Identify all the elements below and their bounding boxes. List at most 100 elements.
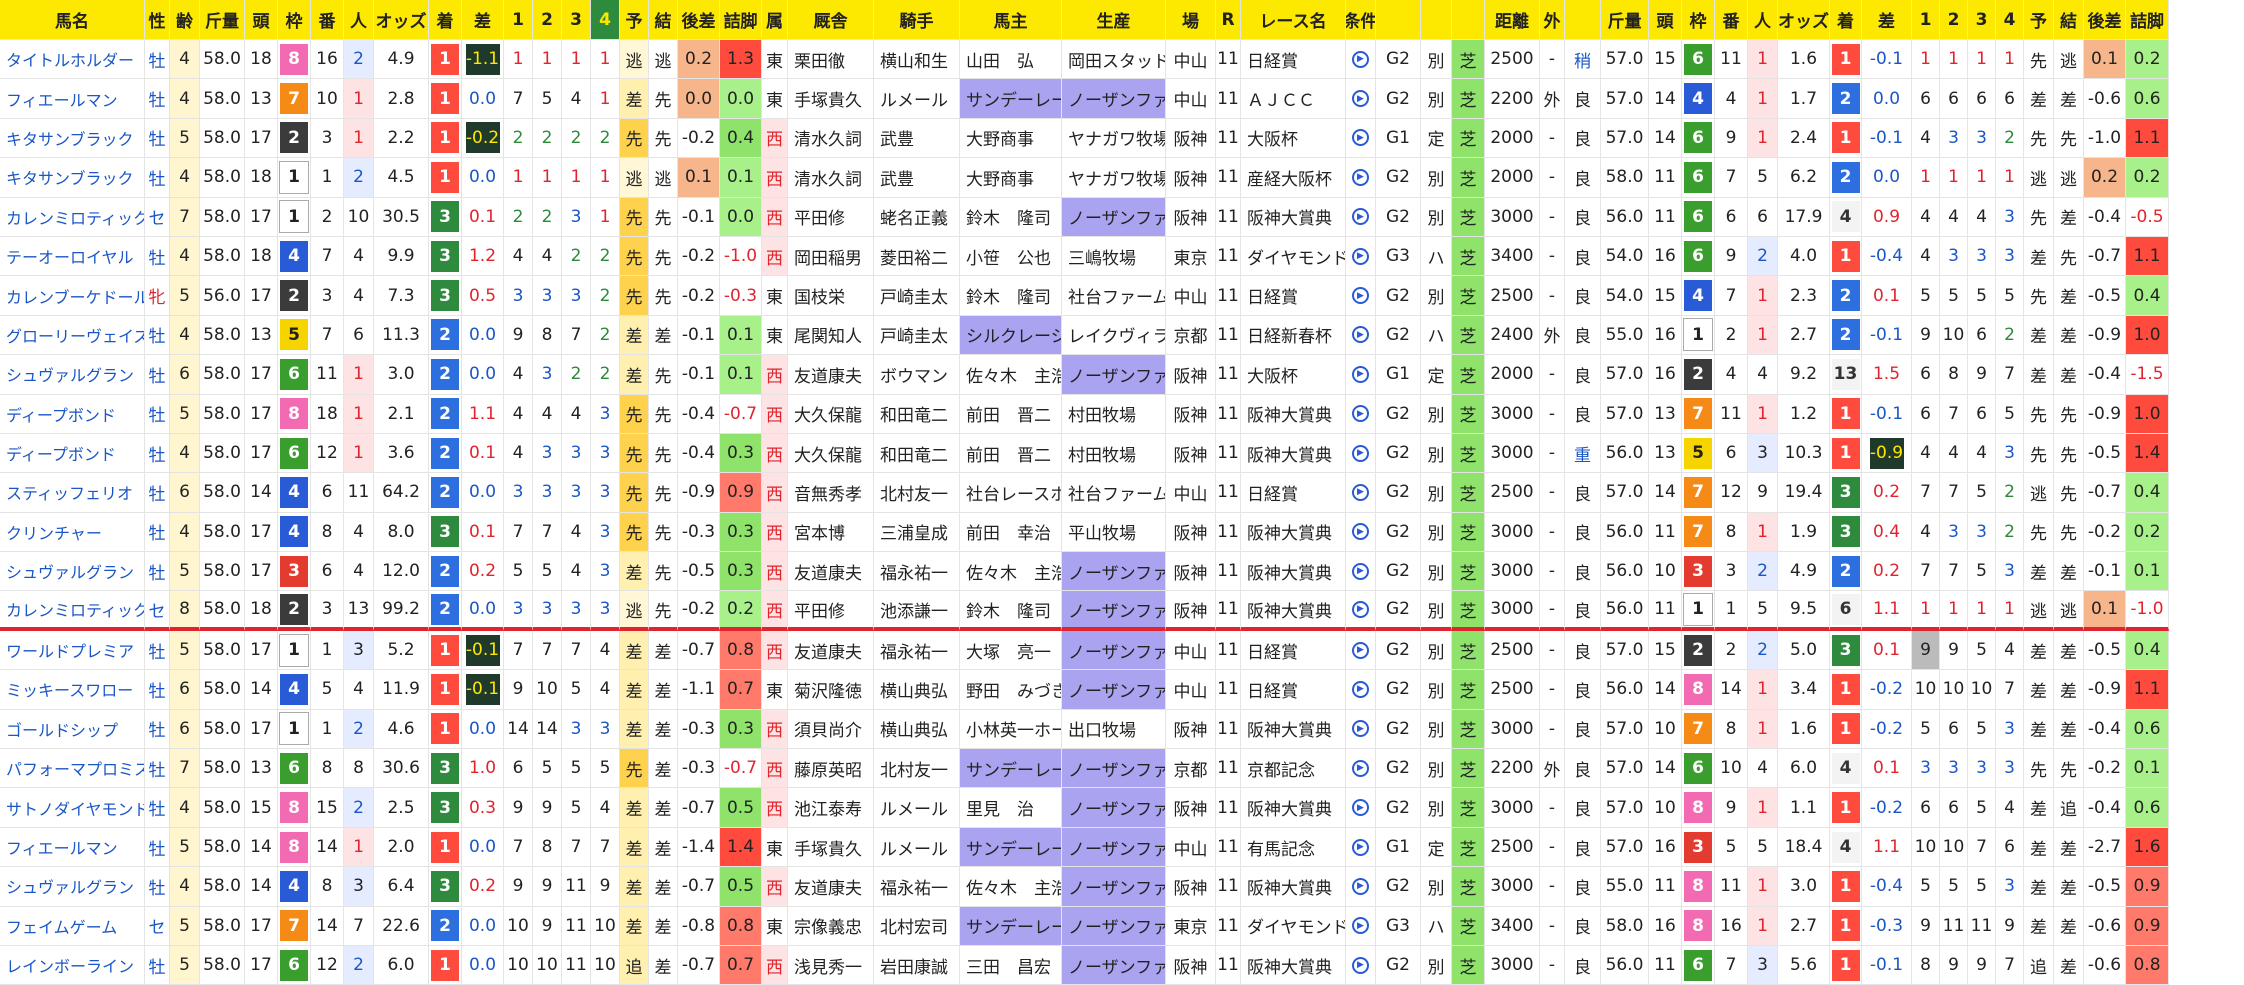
- horse-name-link[interactable]: サトノダイヤモンド: [0, 788, 145, 828]
- prev-gate-number-cell: 6: [1682, 40, 1715, 80]
- horse-name-link[interactable]: シュヴァルグラン: [0, 355, 145, 395]
- prev-gate-number-cell: 7: [1682, 709, 1715, 750]
- play-circle-icon[interactable]: ▶: [1352, 365, 1369, 383]
- horse-name-link[interactable]: グローリーヴェイズ: [0, 315, 145, 356]
- play-circle-icon[interactable]: ▶: [1352, 168, 1369, 186]
- horse-name-link[interactable]: フィエールマン: [0, 827, 145, 868]
- replay-video-cell[interactable]: ▶: [1346, 236, 1376, 277]
- horse-name-link[interactable]: フィエールマン: [0, 79, 145, 119]
- replay-video-cell[interactable]: ▶: [1346, 788, 1376, 828]
- replay-video-cell[interactable]: ▶: [1346, 158, 1376, 198]
- play-circle-icon[interactable]: ▶: [1352, 287, 1369, 305]
- horse-name-link[interactable]: レインボーライン: [0, 945, 145, 985]
- prev-odds-cell: 19.4: [1778, 473, 1830, 513]
- horse-name-link[interactable]: テーオーロイヤル: [0, 236, 145, 277]
- play-circle-icon[interactable]: ▶: [1352, 326, 1369, 344]
- play-circle-icon[interactable]: ▶: [1352, 877, 1369, 895]
- prev-weight-cell: 57.0: [1601, 788, 1649, 828]
- replay-video-cell[interactable]: ▶: [1346, 552, 1376, 592]
- style-result-cell: 先: [649, 473, 678, 513]
- play-circle-icon[interactable]: ▶: [1352, 917, 1369, 935]
- weight-cell: 58.0: [200, 945, 245, 985]
- prev-last3f-diff-cell: -0.6: [2084, 906, 2126, 946]
- replay-video-cell[interactable]: ▶: [1346, 749, 1376, 789]
- horse-name-link[interactable]: タイトルホルダー: [0, 40, 145, 80]
- finish-badge: 3: [431, 240, 459, 272]
- horse-name-link[interactable]: ゴールドシップ: [0, 709, 145, 750]
- replay-video-cell[interactable]: ▶: [1346, 394, 1376, 434]
- horse-name-link[interactable]: スティッフェリオ: [0, 473, 145, 513]
- horse-name-link[interactable]: カレンミロティック: [0, 591, 145, 631]
- replay-video-cell[interactable]: ▶: [1346, 355, 1376, 395]
- prev-corner-position-cell: 1: [1940, 158, 1968, 198]
- corner-position-cell: 3: [533, 355, 562, 395]
- play-circle-icon[interactable]: ▶: [1352, 444, 1369, 462]
- owner-cell: 三田 昌宏: [960, 945, 1062, 985]
- replay-video-cell[interactable]: ▶: [1346, 630, 1376, 671]
- play-circle-icon[interactable]: ▶: [1352, 956, 1369, 974]
- horse-name-link[interactable]: シュヴァルグラン: [0, 867, 145, 907]
- stable-cell: 平田修: [788, 197, 874, 237]
- horse-name-link[interactable]: ワールドプレミア: [0, 630, 145, 671]
- horse-name-link[interactable]: パフォーマプロミス: [0, 749, 145, 789]
- horse-name-link[interactable]: ミッキースワロー: [0, 670, 145, 710]
- horse-name-link[interactable]: シュヴァルグラン: [0, 552, 145, 592]
- going-cell: 良: [1565, 236, 1601, 277]
- play-circle-icon[interactable]: ▶: [1352, 641, 1369, 659]
- play-circle-icon[interactable]: ▶: [1352, 523, 1369, 541]
- surface-cell: 芝: [1452, 552, 1485, 592]
- play-circle-icon[interactable]: ▶: [1352, 247, 1369, 265]
- corner-position-cell: 2: [562, 236, 591, 277]
- prev-horse-number-cell: 14: [1715, 670, 1748, 710]
- finish-badge: 1: [431, 43, 459, 75]
- play-circle-icon[interactable]: ▶: [1352, 562, 1369, 580]
- replay-video-cell[interactable]: ▶: [1346, 433, 1376, 474]
- replay-video-cell[interactable]: ▶: [1346, 945, 1376, 985]
- play-circle-icon[interactable]: ▶: [1352, 799, 1369, 817]
- play-circle-icon[interactable]: ▶: [1352, 680, 1369, 698]
- play-circle-icon[interactable]: ▶: [1352, 720, 1369, 738]
- replay-video-cell[interactable]: ▶: [1346, 906, 1376, 946]
- prev-horse-number-cell: 4: [1715, 79, 1748, 119]
- horse-name-link[interactable]: ディープボンド: [0, 394, 145, 434]
- play-circle-icon[interactable]: ▶: [1352, 600, 1369, 618]
- replay-video-cell[interactable]: ▶: [1346, 512, 1376, 553]
- prev-odds-cell: 5.0: [1778, 630, 1830, 671]
- prev-finish-position-cell: 1: [1830, 40, 1862, 80]
- replay-video-cell[interactable]: ▶: [1346, 197, 1376, 237]
- replay-video-cell[interactable]: ▶: [1346, 315, 1376, 356]
- play-circle-icon[interactable]: ▶: [1352, 483, 1369, 501]
- play-circle-icon[interactable]: ▶: [1352, 759, 1369, 777]
- play-circle-icon[interactable]: ▶: [1352, 50, 1369, 68]
- play-circle-icon[interactable]: ▶: [1352, 838, 1369, 856]
- horse-name-link[interactable]: クリンチャー: [0, 512, 145, 553]
- play-circle-icon[interactable]: ▶: [1352, 405, 1369, 423]
- replay-video-cell[interactable]: ▶: [1346, 276, 1376, 316]
- play-circle-icon[interactable]: ▶: [1352, 129, 1369, 147]
- horse-name-link[interactable]: カレンミロティック: [0, 197, 145, 237]
- play-circle-icon[interactable]: ▶: [1352, 90, 1369, 108]
- owner-cell: 佐々木 主浩: [960, 355, 1062, 395]
- horse-name-link[interactable]: ディープボンド: [0, 433, 145, 474]
- column-header: 条件: [1346, 0, 1376, 40]
- horse-name-link[interactable]: フェイムゲーム: [0, 906, 145, 946]
- replay-video-cell[interactable]: ▶: [1346, 827, 1376, 868]
- replay-video-cell[interactable]: ▶: [1346, 867, 1376, 907]
- horse-name-link[interactable]: キタサンブラック: [0, 118, 145, 159]
- horse-name-link[interactable]: カレンブーケドール: [0, 276, 145, 316]
- replay-video-cell[interactable]: ▶: [1346, 591, 1376, 631]
- prev-corner-position-cell: 9: [1912, 315, 1940, 356]
- horse-name-link[interactable]: キタサンブラック: [0, 158, 145, 198]
- going-cell: 稍: [1565, 40, 1601, 80]
- race-number-cell: 11: [1216, 197, 1241, 237]
- replay-video-cell[interactable]: ▶: [1346, 79, 1376, 119]
- field-size-cell: 17: [245, 355, 278, 395]
- replay-video-cell[interactable]: ▶: [1346, 473, 1376, 513]
- play-circle-icon[interactable]: ▶: [1352, 208, 1369, 226]
- replay-video-cell[interactable]: ▶: [1346, 670, 1376, 710]
- prev-corner-position-cell: 9: [1940, 630, 1968, 671]
- replay-video-cell[interactable]: ▶: [1346, 709, 1376, 750]
- replay-video-cell[interactable]: ▶: [1346, 118, 1376, 159]
- replay-video-cell[interactable]: ▶: [1346, 40, 1376, 80]
- prev-corner-position-cell: 4: [1912, 512, 1940, 553]
